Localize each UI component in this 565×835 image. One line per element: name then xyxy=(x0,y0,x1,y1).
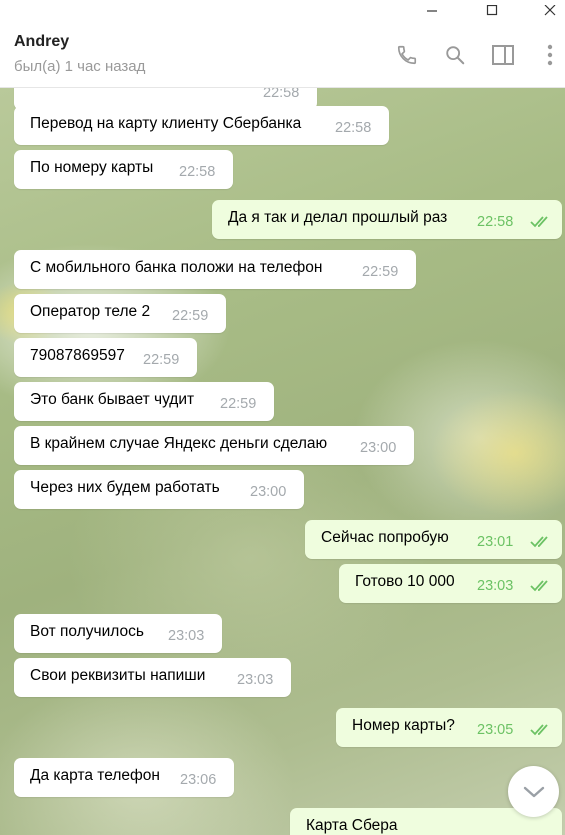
message-outgoing[interactable]: Сейчас попробую 23:01 xyxy=(305,520,562,559)
message-time: 22:59 xyxy=(220,396,257,412)
message-text: Перевод на карту клиенту Сбербанка xyxy=(30,115,302,132)
peer-name[interactable]: Andrey xyxy=(14,33,69,51)
window-titlebar xyxy=(0,0,565,21)
message-incoming[interactable]: В крайнем случае Яндекс деньги сделаю 23… xyxy=(14,426,414,465)
message-incoming[interactable]: Через них будем работать 23:00 xyxy=(14,470,304,509)
message-incoming[interactable]: Вот получилось 23:03 xyxy=(14,614,222,653)
message-time: 22:59 xyxy=(143,352,180,368)
message-incoming[interactable]: С мобильного банка положи на телефон 22:… xyxy=(14,250,416,289)
message-incoming[interactable]: Да карта телефон 23:06 xyxy=(14,758,234,797)
message-text: Свои реквизиты напиши xyxy=(30,667,206,684)
search-icon[interactable] xyxy=(442,42,468,68)
peer-status: был(а) 1 час назад xyxy=(14,58,146,75)
message-text: Сейчас попробую xyxy=(321,529,449,546)
message-time: 23:01 xyxy=(477,534,514,550)
message-time: 23:06 xyxy=(180,772,217,788)
message-time: 23:00 xyxy=(360,440,397,456)
message-text: Готово 10 000 xyxy=(355,573,455,590)
message-text: Номер карты? xyxy=(352,717,455,734)
message-incoming[interactable]: Перевод на карту клиенту Сбербанка 22:58 xyxy=(14,106,389,145)
message-text: Да я так и делал прошлый раз xyxy=(228,209,448,226)
message-time: 22:58 xyxy=(263,88,300,101)
scroll-down-button[interactable] xyxy=(508,766,559,817)
double-check-icon xyxy=(530,536,548,548)
double-check-icon xyxy=(530,724,548,736)
double-check-icon xyxy=(530,216,548,228)
message-text: Да карта телефон xyxy=(30,767,160,784)
more-vertical-icon[interactable] xyxy=(537,42,563,68)
message-incoming[interactable]: Оператор теле 2 22:59 xyxy=(14,294,226,333)
sidebar-toggle-icon[interactable] xyxy=(490,42,516,68)
message-text: Это банк бывает чудит xyxy=(30,391,195,408)
message-outgoing[interactable]: Готово 10 000 23:03 xyxy=(339,564,562,603)
message-text: С мобильного банка положи на телефон xyxy=(30,259,323,276)
close-icon[interactable] xyxy=(530,0,565,21)
chevron-down-icon xyxy=(523,786,544,797)
double-check-icon xyxy=(530,580,548,592)
phone-icon[interactable] xyxy=(394,42,420,68)
message-time: 23:03 xyxy=(168,628,205,644)
message-text: Вот получилось xyxy=(30,623,144,640)
chat-header: Andrey был(а) 1 час назад xyxy=(0,21,565,88)
message-time: 23:00 xyxy=(250,484,287,500)
message-list[interactable]: 22:58 Перевод на карту клиенту Сбербанка… xyxy=(0,88,565,835)
message-text: 79087869597 xyxy=(30,347,125,364)
message-time: 22:58 xyxy=(477,214,514,230)
message-text: В крайнем случае Яндекс деньги сделаю xyxy=(30,435,328,452)
maximize-icon[interactable] xyxy=(472,0,512,21)
message-time: 22:59 xyxy=(362,264,399,280)
message-text: Через них будем работать xyxy=(30,479,220,496)
message-text: Оператор теле 2 xyxy=(30,303,151,320)
message-time: 22:58 xyxy=(335,120,372,136)
message-outgoing[interactable]: Да я так и делал прошлый раз 22:58 xyxy=(212,200,562,239)
message-time: 22:58 xyxy=(179,164,216,180)
message-incoming[interactable]: Свои реквизиты напиши 23:03 xyxy=(14,658,291,697)
message-outgoing[interactable]: Номер карты? 23:05 xyxy=(336,708,562,747)
message-time: 22:59 xyxy=(172,308,209,324)
minimize-icon[interactable] xyxy=(412,0,452,21)
message-time: 23:03 xyxy=(237,672,274,688)
message-incoming[interactable]: По номеру карты 22:58 xyxy=(14,150,233,189)
message-text: По номеру карты xyxy=(30,159,154,176)
message-incoming[interactable]: Это банк бывает чудит 22:59 xyxy=(14,382,274,421)
message-text: Карта Сбера xyxy=(306,817,398,834)
message-time: 23:03 xyxy=(477,578,514,594)
message-time: 23:05 xyxy=(477,722,514,738)
message-incoming[interactable]: 79087869597 22:59 xyxy=(14,338,197,377)
